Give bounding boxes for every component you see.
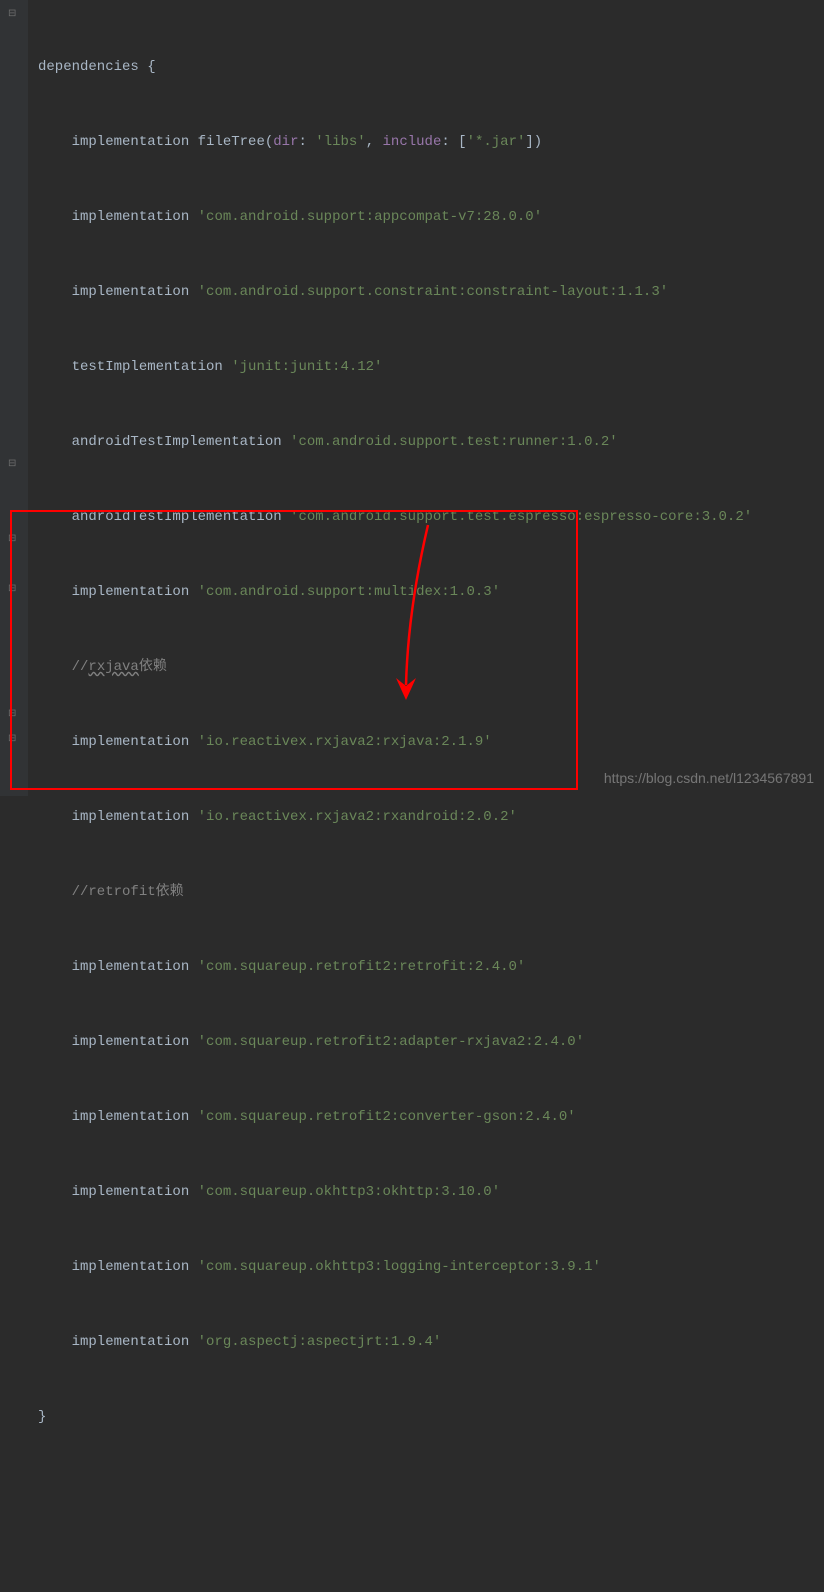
code-line: implementation 'com.android.support:appc… xyxy=(38,205,814,230)
code-line-empty xyxy=(38,1480,814,1505)
code-line: implementation 'com.android.support.cons… xyxy=(38,280,814,305)
code-line: dependencies { xyxy=(38,55,814,80)
code-line: testImplementation 'junit:junit:4.12' xyxy=(38,355,814,380)
code-line: implementation 'com.squareup.retrofit2:c… xyxy=(38,1105,814,1130)
keyword: dependencies xyxy=(38,59,139,75)
code-line: implementation 'io.reactivex.rxjava2:rxj… xyxy=(38,730,814,755)
code-line-empty xyxy=(38,1555,814,1580)
code-line: //rxjava依赖 xyxy=(38,655,814,680)
code-line: implementation 'com.squareup.retrofit2:a… xyxy=(38,1030,814,1055)
code-line: implementation 'org.aspectj:aspectjrt:1.… xyxy=(38,1330,814,1355)
code-line: implementation 'com.android.support:mult… xyxy=(38,580,814,605)
code-line: implementation 'io.reactivex.rxjava2:rxa… xyxy=(38,805,814,830)
code-line: } xyxy=(38,1405,814,1430)
code-content: dependencies { implementation fileTree(d… xyxy=(38,5,814,1592)
code-line: androidTestImplementation 'com.android.s… xyxy=(38,505,814,530)
code-line: implementation 'com.squareup.retrofit2:r… xyxy=(38,955,814,980)
watermark-text: https://blog.csdn.net/l1234567891 xyxy=(604,770,814,786)
code-line: //retrofit依赖 xyxy=(38,880,814,905)
code-line: implementation 'com.squareup.okhttp3:okh… xyxy=(38,1180,814,1205)
code-line: androidTestImplementation 'com.android.s… xyxy=(38,430,814,455)
code-editor[interactable]: dependencies { implementation fileTree(d… xyxy=(0,0,824,1592)
code-line: implementation fileTree(dir: 'libs', inc… xyxy=(38,130,814,155)
code-line: implementation 'com.squareup.okhttp3:log… xyxy=(38,1255,814,1280)
